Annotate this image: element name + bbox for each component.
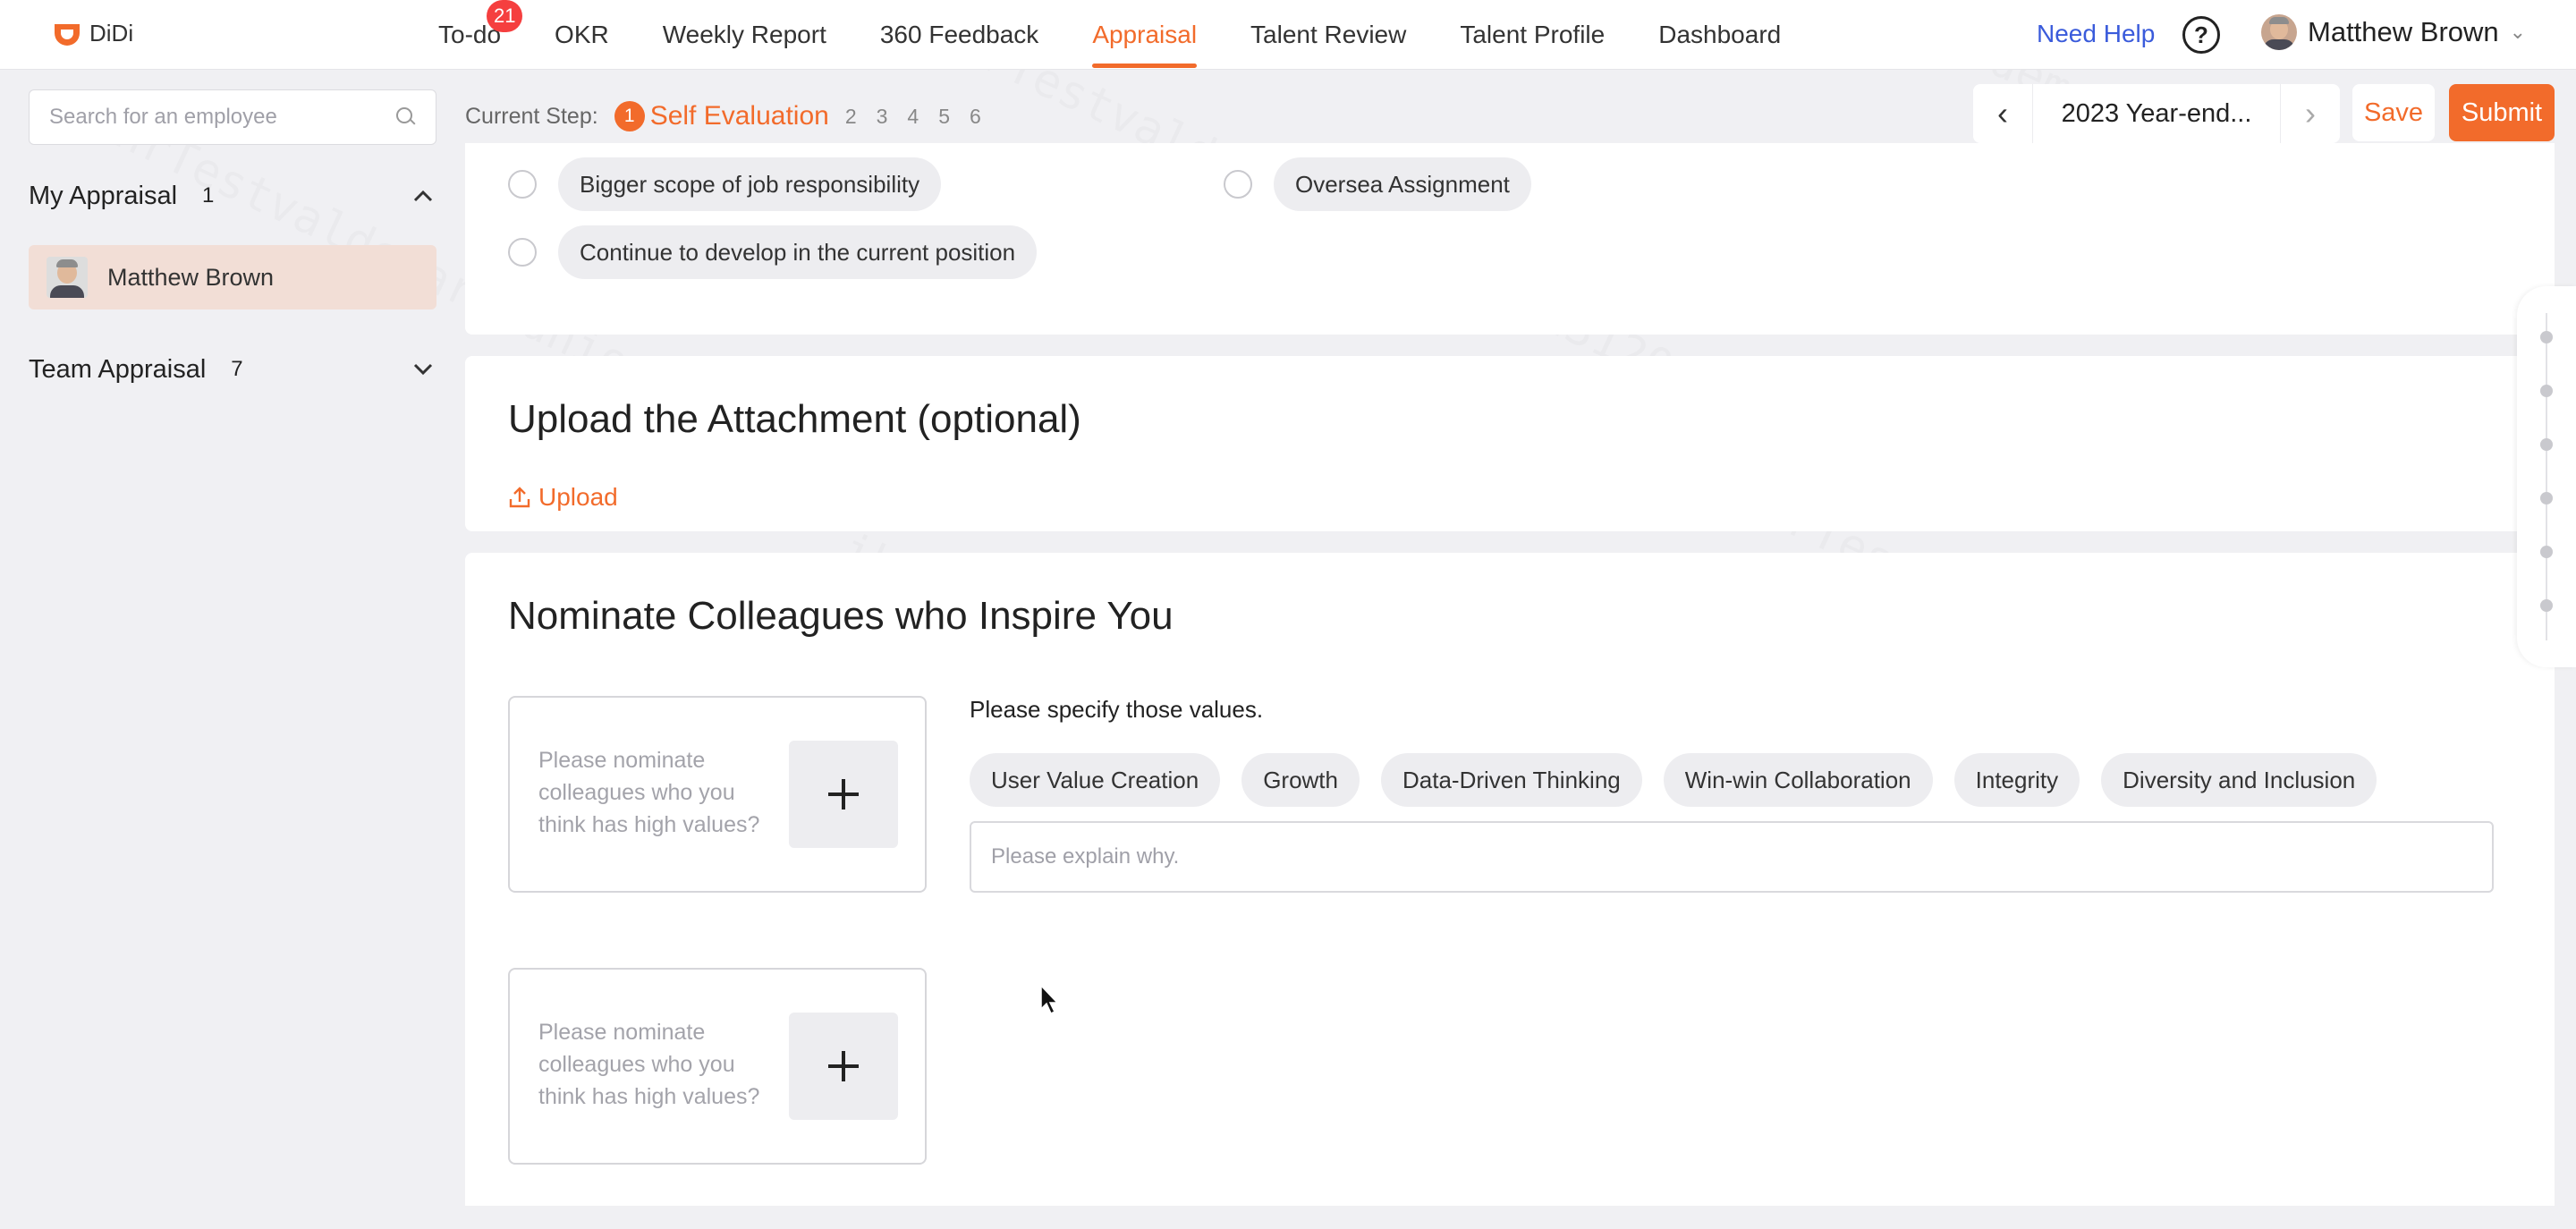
my-appraisal-group-header[interactable]: My Appraisal 1 <box>29 174 436 218</box>
option-label: Continue to develop in the current posit… <box>558 225 1038 279</box>
group-label: My Appraisal <box>29 181 178 210</box>
development-option[interactable]: Continue to develop in the current posit… <box>508 225 1038 279</box>
add-nominee-button[interactable] <box>789 741 898 848</box>
step-current-name[interactable]: Self Evaluation <box>650 101 829 131</box>
values-tag-list: User Value Creation Growth Data-Driven T… <box>970 753 2377 807</box>
value-tag[interactable]: User Value Creation <box>970 753 1221 807</box>
nav-item-dashboard[interactable]: Dashboard <box>1658 0 1781 70</box>
development-option[interactable]: Bigger scope of job responsibility <box>508 157 942 211</box>
group-count: 7 <box>231 357 243 381</box>
mouse-cursor-icon <box>1040 984 1059 1015</box>
avatar <box>2261 14 2297 50</box>
current-step-label: Current Step: <box>465 103 598 129</box>
nav-item-talent-profile[interactable]: Talent Profile <box>1460 0 1605 70</box>
navigator-dot[interactable] <box>2540 599 2553 612</box>
attachment-card: Upload the Attachment (optional) Upload <box>465 356 2555 531</box>
didi-logo-icon <box>55 23 80 46</box>
upload-icon <box>509 487 530 508</box>
values-label: Please specify those values. <box>970 696 1264 723</box>
option-label: Oversea Assignment <box>1274 157 1531 211</box>
nav-item-label: Weekly Report <box>662 21 826 48</box>
need-help-link[interactable]: Need Help <box>2037 20 2155 48</box>
nominee-slot: Please nominate colleagues who you think… <box>508 968 927 1165</box>
nominee-placeholder: Please nominate colleagues who you think… <box>538 748 760 837</box>
sidebar-item-matthew-brown[interactable]: Matthew Brown <box>29 245 436 309</box>
option-label: Bigger scope of job responsibility <box>558 157 942 211</box>
logo-text: DiDi <box>89 20 134 47</box>
plus-icon <box>828 1051 859 1081</box>
step-2[interactable]: 2 <box>845 105 857 129</box>
chevron-down-icon <box>413 363 433 376</box>
explain-input[interactable] <box>970 821 2494 893</box>
value-tag[interactable]: Growth <box>1241 753 1360 807</box>
top-navigation-bar: DiDi To-do 21 OKR Weekly Report 360 Feed… <box>0 0 2576 70</box>
chevron-up-icon <box>413 190 433 202</box>
period-selector: ‹ 2023 Year-end... › <box>1973 84 2340 143</box>
value-tag[interactable]: Integrity <box>1953 753 2080 807</box>
value-tag[interactable]: Data-Driven Thinking <box>1381 753 1642 807</box>
question-circle-icon[interactable]: ? <box>2182 16 2220 54</box>
nav-item-talent-review[interactable]: Talent Review <box>1250 0 1406 70</box>
todo-count-badge: 21 <box>487 0 523 32</box>
user-name: Matthew Brown <box>2308 16 2499 47</box>
step-4[interactable]: 4 <box>907 105 919 129</box>
nav-item-label: Talent Profile <box>1460 21 1606 48</box>
period-label[interactable]: 2023 Year-end... <box>2032 84 2281 143</box>
sidebar-item-label: Matthew Brown <box>107 263 275 291</box>
group-count: 1 <box>202 183 215 208</box>
chevron-right-icon[interactable]: › <box>2281 84 2340 143</box>
nav-item-weekly-report[interactable]: Weekly Report <box>663 0 826 70</box>
nominee-placeholder: Please nominate colleagues who you think… <box>538 1020 760 1109</box>
nav-item-label: Dashboard <box>1658 21 1782 48</box>
step-indicator: Current Step: 1 Self Evaluation 2 3 4 5 … <box>465 97 1001 136</box>
save-button[interactable]: Save <box>2352 84 2435 141</box>
user-menu[interactable]: Matthew Brown ⌄ <box>2261 14 2526 50</box>
add-nominee-button[interactable] <box>789 1013 898 1120</box>
step-current-number: 1 <box>614 101 645 131</box>
section-title: Upload the Attachment (optional) <box>508 397 1081 441</box>
nominee-slot: Please nominate colleagues who you think… <box>508 696 927 893</box>
navigator-dot[interactable] <box>2540 492 2553 504</box>
nominate-card: Nominate Colleagues who Inspire You Plea… <box>465 553 2555 1206</box>
group-label: Team Appraisal <box>29 354 207 384</box>
chevron-down-icon: ⌄ <box>2509 21 2527 43</box>
avatar <box>47 257 88 298</box>
nav-item-label: Appraisal <box>1092 21 1198 48</box>
submit-button[interactable]: Submit <box>2449 84 2555 141</box>
radio-button[interactable] <box>508 170 537 199</box>
upload-label: Upload <box>538 483 618 511</box>
value-tag[interactable]: Diversity and Inclusion <box>2101 753 2377 807</box>
nav-item-appraisal[interactable]: Appraisal <box>1092 0 1197 70</box>
nav-item-360-feedback[interactable]: 360 Feedback <box>880 0 1038 70</box>
main-nav: To-do 21 OKR Weekly Report 360 Feedback … <box>438 0 1835 70</box>
navigator-dot[interactable] <box>2540 546 2553 558</box>
step-5[interactable]: 5 <box>938 105 950 129</box>
value-tag[interactable]: Win-win Collaboration <box>1663 753 1933 807</box>
team-appraisal-group-header[interactable]: Team Appraisal 7 <box>29 347 436 392</box>
step-6[interactable]: 6 <box>970 105 981 129</box>
didi-logo[interactable]: DiDi <box>52 20 133 47</box>
nav-item-label: OKR <box>555 21 609 48</box>
development-option[interactable]: Oversea Assignment <box>1224 157 1531 211</box>
step-3[interactable]: 3 <box>877 105 888 129</box>
nav-item-label: Talent Review <box>1250 21 1407 48</box>
search-input[interactable] <box>49 105 396 130</box>
radio-button[interactable] <box>508 238 537 267</box>
development-options-card: Bigger scope of job responsibility Overs… <box>465 143 2555 335</box>
navigator-dot[interactable] <box>2540 331 2553 343</box>
section-navigator <box>2517 286 2576 667</box>
navigator-dot[interactable] <box>2540 438 2553 451</box>
plus-icon <box>828 779 859 809</box>
nav-item-okr[interactable]: OKR <box>555 0 609 70</box>
chevron-left-icon[interactable]: ‹ <box>1973 84 2032 143</box>
nav-item-todo[interactable]: To-do 21 <box>438 0 523 70</box>
radio-button[interactable] <box>1224 170 1252 199</box>
employee-search <box>29 89 436 145</box>
navigator-dot[interactable] <box>2540 385 2553 397</box>
section-title: Nominate Colleagues who Inspire You <box>508 594 1174 638</box>
navigator-line <box>2546 313 2547 640</box>
search-icon[interactable] <box>396 107 416 127</box>
upload-button[interactable]: Upload <box>508 483 618 512</box>
nav-item-label: 360 Feedback <box>879 21 1039 48</box>
